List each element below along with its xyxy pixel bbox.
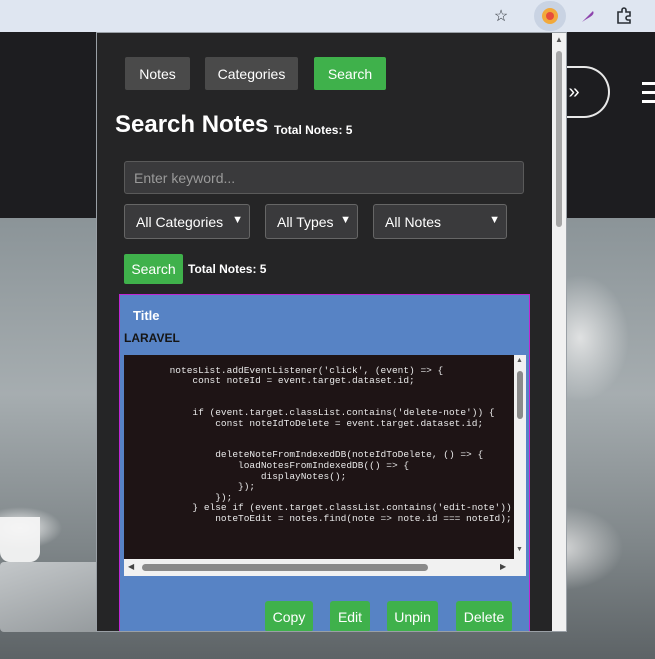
copy-button[interactable]: Copy <box>265 601 313 631</box>
star-icon[interactable]: ☆ <box>489 4 513 28</box>
popup-content: Notes Categories Search Search Notes Tot… <box>97 33 552 631</box>
chevron-down-icon: ▼ <box>232 214 243 226</box>
scroll-left-icon[interactable]: ◀ <box>128 562 134 571</box>
scroll-up-icon[interactable]: ▲ <box>516 357 523 364</box>
notes-select-value: All Notes <box>385 213 442 230</box>
scroll-right-icon[interactable]: ▶ <box>500 562 506 571</box>
extension-popup: Notes Categories Search Search Notes Tot… <box>96 32 567 632</box>
delete-button[interactable]: Delete <box>456 601 512 631</box>
category-select-value: All Categories <box>136 213 224 230</box>
code-vertical-scrollbar[interactable]: ▲ ▼ <box>514 355 526 559</box>
chevron-down-icon: ▼ <box>340 214 351 226</box>
code-block[interactable]: notesList.addEventListener('click', (eve… <box>124 355 526 576</box>
type-select-value: All Types <box>277 213 334 230</box>
chevron-down-icon: ▼ <box>489 214 500 226</box>
puzzle-icon[interactable] <box>612 4 636 28</box>
code-horizontal-scrollbar[interactable]: ◀ ▶ <box>124 559 526 576</box>
search-button[interactable]: Search <box>124 254 183 284</box>
note-title: Title <box>133 308 160 323</box>
tab-search[interactable]: Search <box>314 57 386 90</box>
cta-label: » <box>568 80 580 103</box>
keyword-placeholder: Enter keyword... <box>134 169 236 186</box>
total-notes-count: Total Notes: 5 <box>188 262 267 276</box>
tab-notes[interactable]: Notes <box>125 57 190 90</box>
code-content: notesList.addEventListener('click', (eve… <box>169 364 512 524</box>
type-select[interactable]: All Types ▼ <box>265 204 358 239</box>
note-category: LARAVEL <box>124 331 180 345</box>
scrollbar-thumb[interactable] <box>142 564 428 571</box>
unpin-button[interactable]: Unpin <box>387 601 438 631</box>
hamburger-menu-icon[interactable] <box>642 82 655 109</box>
page-title: Search Notes <box>115 111 269 138</box>
scrollbar-thumb[interactable] <box>556 51 562 227</box>
browser-toolbar: ☆ <box>0 0 655 32</box>
total-notes-header: Total Notes: 5 <box>274 123 353 137</box>
scrollbar-thumb[interactable] <box>517 371 523 419</box>
category-select[interactable]: All Categories ▼ <box>124 204 250 239</box>
edit-button[interactable]: Edit <box>330 601 370 631</box>
notes-select[interactable]: All Notes ▼ <box>373 204 507 239</box>
tab-categories[interactable]: Categories <box>205 57 298 90</box>
note-card: Title LARAVEL notesList.addEventListener… <box>119 294 530 631</box>
cup-image <box>0 517 40 562</box>
scroll-up-icon[interactable]: ▲ <box>555 35 563 44</box>
keyword-search-input[interactable]: Enter keyword... <box>124 161 524 194</box>
extension-active-icon[interactable] <box>538 4 562 28</box>
scroll-down-icon[interactable]: ▼ <box>516 546 523 553</box>
popup-scrollbar[interactable]: ▲ <box>552 33 566 631</box>
feather-icon[interactable] <box>576 4 600 28</box>
